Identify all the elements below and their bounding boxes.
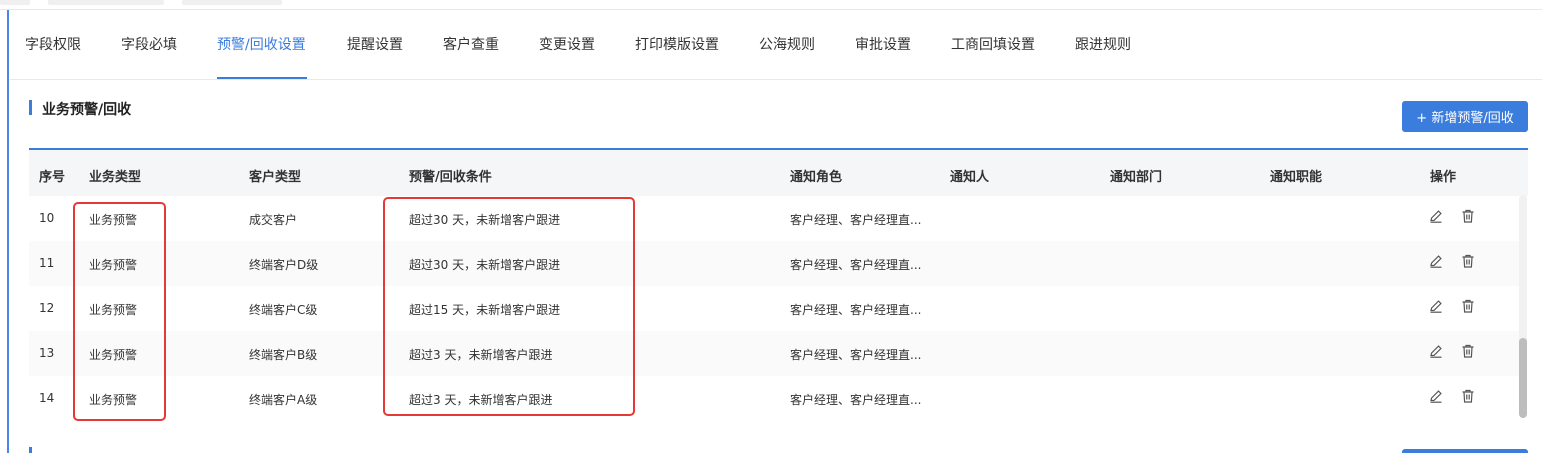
tab-business-backfill[interactable]: 工商回填设置 xyxy=(951,34,1035,54)
table-scrollbar-thumb[interactable] xyxy=(1519,338,1527,418)
cell-no: 12 xyxy=(39,301,55,315)
header-func: 通知职能 xyxy=(1270,170,1323,185)
edit-icon[interactable] xyxy=(1428,208,1444,224)
header-customer-type: 客户类型 xyxy=(249,170,302,185)
active-tab-underline xyxy=(217,77,307,79)
cell-no: 11 xyxy=(39,256,55,270)
header-biz-type: 业务类型 xyxy=(89,170,142,185)
trash-icon[interactable] xyxy=(1460,253,1476,269)
header-roles: 通知角色 xyxy=(790,170,843,185)
header-person: 通知人 xyxy=(950,170,990,185)
header-condition: 预警/回收条件 xyxy=(409,170,492,185)
cell-no: 10 xyxy=(39,211,55,225)
tab-reminder[interactable]: 提醒设置 xyxy=(347,34,403,54)
header-actions: 操作 xyxy=(1430,170,1457,185)
tab-print-template[interactable]: 打印模版设置 xyxy=(635,34,719,54)
tab-field-permission[interactable]: 字段权限 xyxy=(25,34,81,54)
cell-customer-type: 成交客户 xyxy=(249,213,298,227)
tab-warning-recycle[interactable]: 预警/回收设置 xyxy=(217,34,306,54)
cell-customer-type: 终端客户A级 xyxy=(249,393,318,407)
top-tab-stub[interactable] xyxy=(48,0,164,5)
header-no: 序号 xyxy=(39,170,66,185)
trash-icon[interactable] xyxy=(1460,343,1476,359)
cell-customer-type: 终端客户D级 xyxy=(249,258,319,272)
annotation-box-biz-type xyxy=(73,202,166,421)
edit-icon[interactable] xyxy=(1428,388,1444,404)
tab-public-pool-rules[interactable]: 公海规则 xyxy=(759,34,815,54)
cell-no: 14 xyxy=(39,391,55,405)
table-row: 14 业务预警 终端客户A级 超过3 天，未新增客户跟进 客户经理、客户经理直.… xyxy=(29,376,1519,421)
settings-tabs: 字段权限 字段必填 预警/回收设置 提醒设置 客户查重 变更设置 打印模版设置 … xyxy=(10,10,1542,80)
tab-field-required[interactable]: 字段必填 xyxy=(121,34,177,54)
top-tab-stub[interactable] xyxy=(0,0,30,5)
next-section-marker xyxy=(29,447,32,453)
cell-customer-type: 终端客户C级 xyxy=(249,303,318,317)
section-title: 业务预警/回收 xyxy=(42,102,132,118)
edit-icon[interactable] xyxy=(1428,298,1444,314)
add-warning-button[interactable]: + 新增预警/回收 xyxy=(1402,101,1528,132)
cell-roles: 客户经理、客户经理直... xyxy=(790,348,922,362)
table-header: 序号 业务类型 客户类型 预警/回收条件 通知角色 通知人 通知部门 通知职能 … xyxy=(29,150,1528,196)
tab-customer-dedupe[interactable]: 客户查重 xyxy=(443,34,499,54)
trash-icon[interactable] xyxy=(1460,208,1476,224)
top-strip xyxy=(0,0,1542,10)
section-marker xyxy=(29,100,32,115)
warning-table: 序号 业务类型 客户类型 预警/回收条件 通知角色 通知人 通知部门 通知职能 … xyxy=(29,148,1528,418)
cell-roles: 客户经理、客户经理直... xyxy=(790,303,922,317)
cell-roles: 客户经理、客户经理直... xyxy=(790,258,922,272)
table-row: 11 业务预警 终端客户D级 超过30 天，未新增客户跟进 客户经理、客户经理直… xyxy=(29,241,1519,286)
next-section-button[interactable] xyxy=(1402,449,1528,453)
edit-icon[interactable] xyxy=(1428,253,1444,269)
tab-follow-up-rules[interactable]: 跟进规则 xyxy=(1075,34,1131,54)
annotation-box-condition xyxy=(383,197,635,416)
cell-customer-type: 终端客户B级 xyxy=(249,348,318,362)
table-row: 13 业务预警 终端客户B级 超过3 天，未新增客户跟进 客户经理、客户经理直.… xyxy=(29,331,1519,376)
top-tab-stub[interactable] xyxy=(182,0,282,5)
tab-approval[interactable]: 审批设置 xyxy=(855,34,911,54)
table-row: 10 业务预警 成交客户 超过30 天，未新增客户跟进 客户经理、客户经理直..… xyxy=(29,196,1519,241)
tab-change-settings[interactable]: 变更设置 xyxy=(539,34,595,54)
trash-icon[interactable] xyxy=(1460,298,1476,314)
table-row: 12 业务预警 终端客户C级 超过15 天，未新增客户跟进 客户经理、客户经理直… xyxy=(29,286,1519,331)
cell-roles: 客户经理、客户经理直... xyxy=(790,213,922,227)
edit-icon[interactable] xyxy=(1428,343,1444,359)
left-accent-rule xyxy=(7,10,9,453)
trash-icon[interactable] xyxy=(1460,388,1476,404)
cell-roles: 客户经理、客户经理直... xyxy=(790,393,922,407)
header-dept: 通知部门 xyxy=(1110,170,1163,185)
cell-no: 13 xyxy=(39,346,55,360)
